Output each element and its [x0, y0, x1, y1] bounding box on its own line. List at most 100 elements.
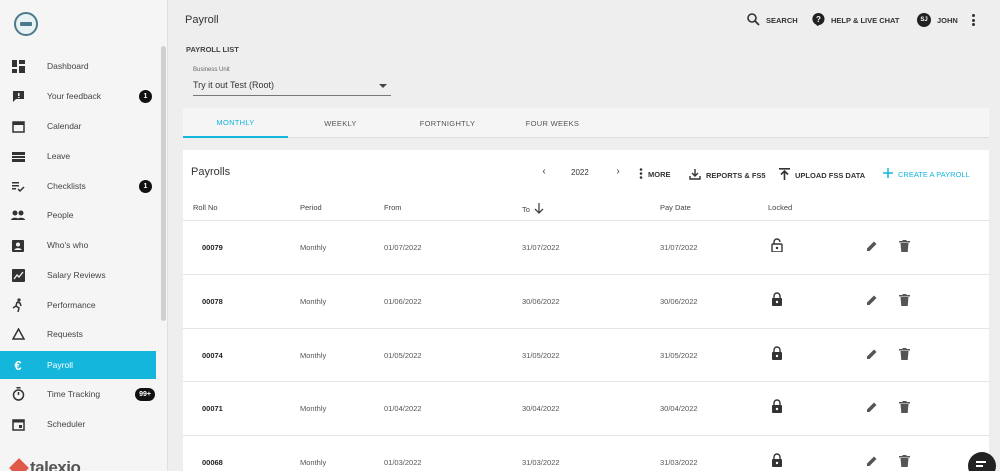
to-cell: 30/04/2022	[522, 404, 560, 413]
sidebar-item-label: Checklists	[47, 181, 86, 191]
upload-fss-button[interactable]: UPLOAD FSS DATA	[779, 168, 865, 182]
calendar-icon	[10, 118, 26, 134]
sidebar-scrollbar[interactable]	[161, 46, 166, 321]
column-header-locked[interactable]: Locked	[768, 203, 792, 212]
sidebar-item-label: Requests	[47, 329, 83, 339]
table-row[interactable]: 00074 Monthly 01/05/2022 31/05/2022 31/0…	[183, 328, 989, 382]
tab-weekly[interactable]: WEEKLY	[288, 108, 393, 138]
period-cell: Monthly	[300, 458, 327, 467]
sidebar-item-scheduler[interactable]: Scheduler	[0, 410, 156, 438]
sidebar-item-checklists[interactable]: Checklists 1	[0, 172, 156, 200]
delete-icon[interactable]	[899, 293, 911, 306]
table-row[interactable]: 00079 Monthly 01/07/2022 31/07/2022 31/0…	[183, 220, 989, 274]
from-cell: 01/06/2022	[384, 297, 422, 306]
lock-icon[interactable]	[771, 292, 783, 306]
sidebar-item-your-feedback[interactable]: Your feedback 1	[0, 82, 156, 110]
roll-no-cell: 00078	[202, 297, 223, 306]
edit-icon[interactable]	[866, 293, 878, 305]
delete-icon[interactable]	[899, 239, 911, 252]
column-header-to-label: To	[522, 205, 530, 214]
column-header-period[interactable]: Period	[300, 203, 322, 212]
sidebar-item-dashboard[interactable]: Dashboard	[0, 52, 156, 80]
lock-icon[interactable]	[771, 453, 783, 467]
column-header-to[interactable]: To	[522, 203, 544, 216]
from-cell: 01/07/2022	[384, 243, 422, 252]
column-header-from[interactable]: From	[384, 203, 402, 212]
create-payroll-button[interactable]: CREATE A PAYROLL	[883, 168, 970, 180]
floating-action-button[interactable]	[968, 452, 996, 471]
help-label: HELP & LIVE CHAT	[831, 16, 900, 25]
sidebar-item-leave[interactable]: Leave	[0, 142, 156, 170]
period-cell: Monthly	[300, 404, 327, 413]
plus-icon	[883, 168, 893, 180]
brand-logo: talexio	[9, 458, 81, 471]
delete-icon[interactable]	[899, 454, 911, 467]
business-unit-select[interactable]: Try it out Test (Root)	[193, 77, 391, 96]
sidebar-item-payroll[interactable]: € Payroll	[0, 351, 156, 379]
table-row[interactable]: 00078 Monthly 01/06/2022 30/06/2022 30/0…	[183, 274, 989, 328]
edit-icon[interactable]	[866, 347, 878, 359]
pay-date-cell: 31/03/2022	[660, 458, 698, 467]
sidebar-item-label: Leave	[47, 151, 71, 161]
sidebar-item-requests[interactable]: Requests	[0, 320, 156, 348]
leave-icon	[10, 148, 26, 164]
roll-no-cell: 00071	[202, 404, 223, 413]
year-value: 2022	[571, 168, 589, 177]
sidebar-item-performance[interactable]: Performance	[0, 291, 156, 319]
sidebar: Dashboard Your feedback 1 Calendar Leave…	[0, 0, 168, 471]
column-header-pay-date[interactable]: Pay Date	[660, 203, 691, 212]
roll-no-cell: 00068	[202, 458, 223, 467]
roll-no-cell: 00074	[202, 351, 223, 360]
sidebar-item-label: Salary Reviews	[47, 270, 106, 280]
run-icon	[10, 297, 26, 313]
chevron-left-icon[interactable]: ‹	[539, 167, 549, 177]
tab-fortnightly[interactable]: FORTNIGHTLY	[395, 108, 500, 138]
help-live-chat-button[interactable]: ? HELP & LIVE CHAT	[812, 12, 900, 28]
unlocked-icon[interactable]	[771, 238, 783, 253]
sidebar-item-calendar[interactable]: Calendar	[0, 112, 156, 140]
more-label: MORE	[648, 170, 671, 179]
edit-icon[interactable]	[866, 454, 878, 466]
period-cell: Monthly	[300, 243, 327, 252]
user-menu[interactable]: SJ JOHN	[917, 13, 958, 27]
reports-fs5-button[interactable]: REPORTS & FS5	[689, 168, 766, 182]
delete-icon[interactable]	[899, 347, 911, 360]
table-row[interactable]: 00071 Monthly 01/04/2022 30/04/2022 30/0…	[183, 381, 989, 435]
sidebar-item-label: People	[47, 210, 74, 220]
period-tabs: MONTHLY WEEKLY FORTNIGHTLY FOUR WEEKS	[183, 108, 989, 138]
more-options-icon[interactable]	[971, 14, 975, 26]
sidebar-item-time-tracking[interactable]: Time Tracking 99+	[0, 380, 156, 408]
search-button[interactable]: SEARCH	[747, 13, 798, 28]
period-cell: Monthly	[300, 351, 327, 360]
more-button[interactable]: MORE	[639, 168, 671, 181]
company-logo	[14, 12, 38, 36]
sidebar-item-salary-reviews[interactable]: Salary Reviews	[0, 261, 156, 289]
tab-four-weeks[interactable]: FOUR WEEKS	[500, 108, 605, 138]
roll-no-cell: 00079	[202, 243, 223, 252]
payrolls-card: Payrolls ‹ 2022 › MORE REPORTS & FS5 UPL…	[183, 150, 989, 471]
pay-date-cell: 31/07/2022	[660, 243, 698, 252]
section-title: PAYROLL LIST	[186, 45, 239, 54]
delete-icon[interactable]	[899, 400, 911, 413]
card-title: Payrolls	[191, 166, 231, 178]
notification-badge: 1	[139, 179, 152, 193]
lock-icon[interactable]	[771, 399, 783, 413]
to-cell: 30/06/2022	[522, 297, 560, 306]
from-cell: 01/03/2022	[384, 458, 422, 467]
feedback-icon	[10, 88, 26, 104]
pay-date-cell: 30/04/2022	[660, 404, 698, 413]
edit-icon[interactable]	[866, 400, 878, 412]
edit-icon[interactable]	[866, 239, 878, 251]
sidebar-item-whos-who[interactable]: Who's who	[0, 231, 156, 259]
sidebar-item-label: Performance	[47, 300, 96, 310]
tab-monthly[interactable]: MONTHLY	[183, 108, 288, 138]
user-name: JOHN	[937, 15, 958, 25]
sidebar-item-people[interactable]: People	[0, 201, 156, 229]
chevron-right-icon[interactable]: ›	[613, 167, 623, 177]
column-header-roll-no[interactable]: Roll No	[193, 203, 218, 212]
table-row[interactable]: 00068 Monthly 01/03/2022 31/03/2022 31/0…	[183, 435, 989, 471]
reports-label: REPORTS & FS5	[706, 170, 766, 180]
sidebar-item-label: Your feedback	[47, 91, 102, 101]
chart-icon	[10, 267, 26, 283]
lock-icon[interactable]	[771, 346, 783, 360]
